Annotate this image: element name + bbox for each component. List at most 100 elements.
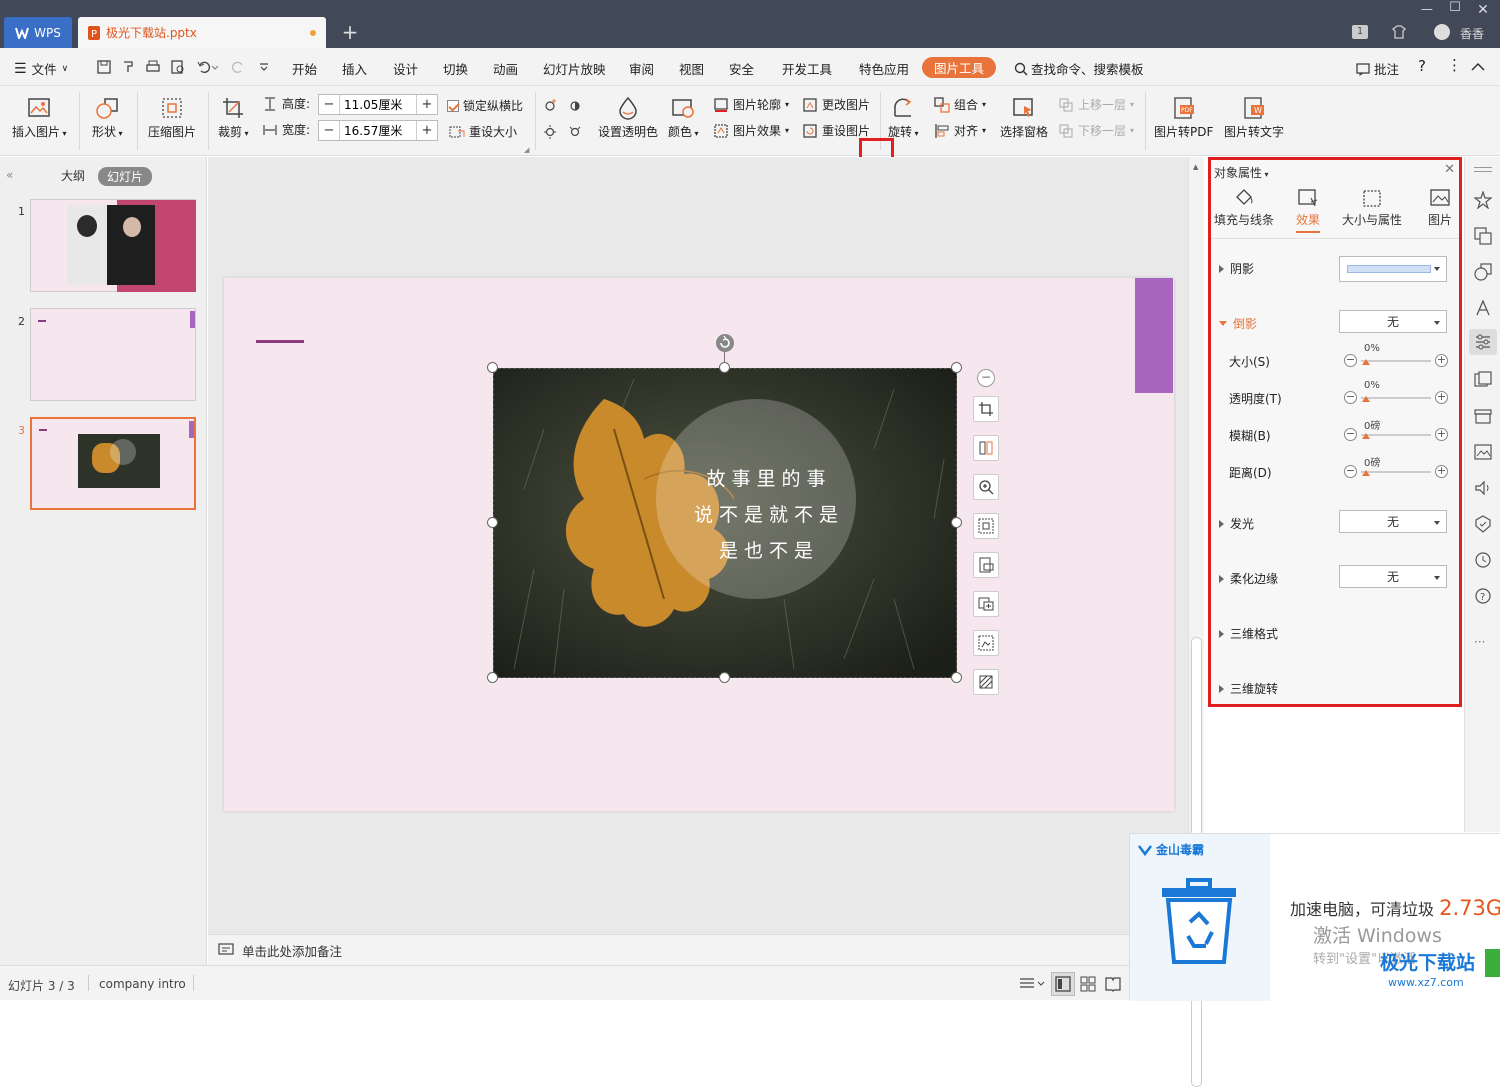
menu-animations[interactable]: 动画 [493,59,518,78]
increase-icon[interactable]: + [1435,465,1448,478]
height-spinner[interactable]: − + [318,94,438,115]
properties-title[interactable]: 对象属性 ▾ [1214,164,1269,181]
crop-button[interactable]: 裁剪 ▾ [218,96,249,140]
selection-pane-button[interactable]: 选择窗格 [1000,96,1048,140]
canvas-scrollbar[interactable]: ▲ [1188,157,1204,1087]
print-icon[interactable] [145,59,161,75]
tab-effects[interactable]: 效果 [1296,188,1321,233]
more-options-icon[interactable]: ⋮ [1447,56,1462,74]
slider-thumb[interactable] [1362,396,1370,402]
decrease-icon[interactable]: − [1344,354,1357,367]
close-panel-icon[interactable]: ✕ [1444,162,1455,177]
reading-view-icon[interactable] [1105,976,1121,992]
tab-outline[interactable]: 大纲 [61,167,85,184]
zoom-tool-button[interactable] [973,474,999,500]
width-input[interactable] [339,121,417,140]
shapes-icon[interactable] [1474,263,1492,281]
window-count-badge[interactable]: 1 [1352,25,1368,39]
reset-size-button[interactable]: 重设大小 [449,123,517,140]
rotate-button[interactable]: 旋转 ▾ [888,96,919,140]
collapse-panel-icon[interactable]: « [6,168,13,182]
save-icon[interactable] [96,59,112,75]
group-button[interactable]: 组合 ▾ [934,96,986,113]
reflection-distance-slider[interactable]: −0磅 + [1344,458,1448,481]
section-3d-format[interactable]: 三维格式 [1219,625,1278,642]
crop-tool-button[interactable] [973,396,999,422]
menu-special[interactable]: 特色应用 [859,59,909,78]
format-painter-icon[interactable] [120,59,136,75]
image-library-icon[interactable] [1474,371,1492,389]
image-to-pdf-button[interactable]: PDF 图片转PDF [1154,96,1213,140]
resize-handle-ne[interactable] [951,362,962,373]
image-outline-button[interactable]: 图片轮廓 ▾ [713,96,789,113]
minimize-button[interactable]: — [1418,2,1436,16]
menu-home[interactable]: 开始 [292,59,317,78]
print-preview-icon[interactable] [170,59,186,75]
properties-settings-icon[interactable] [1474,333,1492,351]
shape-button[interactable]: 形状 ▾ [92,96,123,140]
star-icon[interactable] [1474,191,1492,209]
collapse-ribbon-icon[interactable] [1471,62,1485,72]
shadow-preset-dropdown[interactable] [1339,256,1447,282]
document-tab[interactable]: P 极光下载站.pptx [78,17,326,48]
theme-name[interactable]: company intro [99,977,186,991]
decrease-icon[interactable]: − [1344,465,1357,478]
close-button[interactable]: ✕ [1474,2,1492,18]
user-name[interactable]: 香香 [1460,25,1484,42]
contrast-up-icon[interactable] [567,97,583,113]
section-glow[interactable]: 发光 [1219,515,1254,532]
file-menu[interactable]: ☰ 文件 ∨ [14,59,68,78]
insert-image-button[interactable]: 插入图片 ▾ [12,96,67,140]
text-format-icon[interactable] [1474,299,1492,317]
reflection-preset-dropdown[interactable]: 无 [1339,310,1447,333]
tab-fill-line[interactable]: 填充与线条 [1214,188,1274,228]
reflection-transparency-slider[interactable]: −0% + [1344,380,1448,407]
slider-thumb[interactable] [1362,470,1370,476]
history-icon[interactable] [1474,551,1492,569]
wps-home-tab[interactable]: WPS [4,17,72,48]
size-dialog-launcher-icon[interactable]: ◢ [524,146,529,154]
image-effects-button[interactable]: 图片效果 ▾ [713,122,789,139]
slide-thumbnail-1[interactable] [30,199,196,292]
resize-handle-sw[interactable] [487,672,498,683]
menu-view[interactable]: 视图 [679,59,704,78]
help-icon[interactable]: ? [1474,587,1492,605]
reflection-blur-slider[interactable]: −0磅 + [1344,421,1448,444]
transparency-tool-button[interactable] [973,669,999,695]
change-image-button[interactable]: 更改图片 [802,96,870,113]
reset-image-button[interactable]: 重设图片 [802,122,870,139]
scroll-up-icon[interactable]: ▲ [1193,163,1198,171]
duplicate-icon[interactable] [1474,227,1492,245]
slider-thumb[interactable] [1362,433,1370,439]
tab-size-properties[interactable]: 大小与属性 [1342,188,1402,228]
slider-thumb[interactable] [1362,359,1370,365]
menu-design[interactable]: 设计 [393,59,418,78]
image-to-pdf-tool-button[interactable] [973,552,999,578]
width-spinner[interactable]: − + [318,120,438,141]
notes-bar[interactable]: 单击此处添加备注 [208,934,1130,965]
resize-handle-se[interactable] [951,672,962,683]
menu-developer[interactable]: 开发工具 [782,59,832,78]
set-transparent-color-button[interactable]: 设置透明色 [598,96,658,140]
selected-image[interactable]: 故事里的事 说不是就不是 是也不是 [493,368,957,678]
popup-action-button[interactable] [1485,949,1500,977]
increase-icon[interactable]: + [1435,354,1448,367]
audio-icon[interactable] [1474,479,1492,497]
picture-icon[interactable] [1474,443,1492,461]
slide-thumbnail-3[interactable] [30,417,196,510]
collapse-tools-icon[interactable]: − [977,369,995,387]
glow-preset-dropdown[interactable]: 无 [1339,510,1447,533]
send-backward-button[interactable]: 下移一层 ▾ [1058,122,1134,139]
new-tab-button[interactable]: + [340,20,360,44]
skin-icon[interactable] [1391,24,1407,40]
decrease-icon[interactable]: − [1344,428,1357,441]
menu-insert[interactable]: 插入 [342,59,367,78]
compress-tool-button[interactable] [973,513,999,539]
command-search[interactable]: 查找命令、搜索模板 [1014,59,1144,78]
decrease-icon[interactable]: − [1344,391,1357,404]
width-decrease-button[interactable]: − [319,123,339,138]
section-soft-edges[interactable]: 柔化边缘 [1219,570,1278,587]
brightness-up-icon[interactable] [542,97,558,113]
resize-handle-n[interactable] [719,362,730,373]
menu-security[interactable]: 安全 [729,59,754,78]
